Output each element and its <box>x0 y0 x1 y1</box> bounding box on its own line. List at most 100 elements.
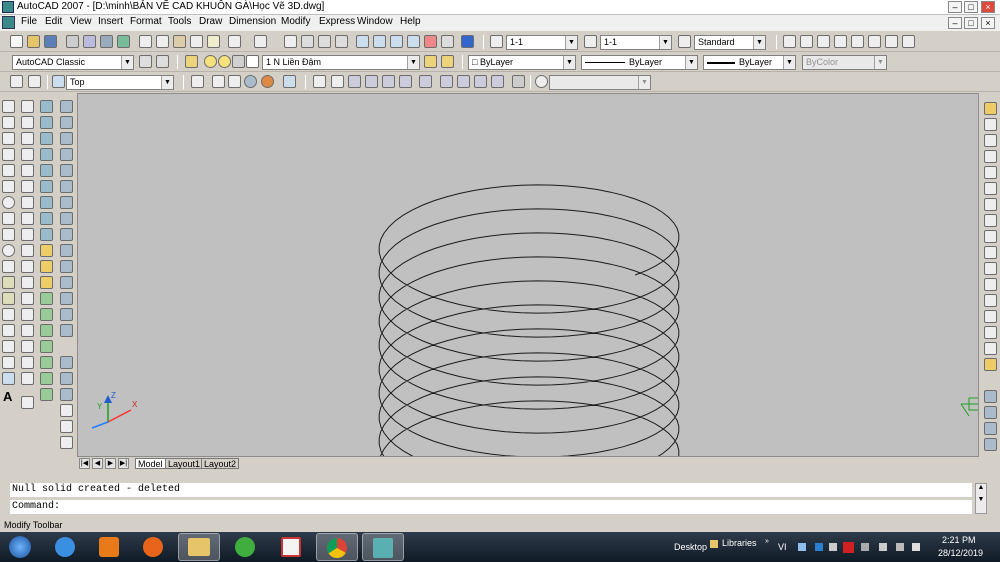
ellipse-arc-icon[interactable] <box>2 260 15 273</box>
minimize-button[interactable]: – <box>948 1 962 13</box>
arc-length-icon[interactable] <box>21 132 34 145</box>
solid-sphere-icon[interactable] <box>60 148 73 161</box>
dim-update-icon[interactable] <box>21 356 34 369</box>
polysolid-icon[interactable] <box>60 228 73 241</box>
orbit-side-icon[interactable] <box>60 404 73 417</box>
3d-wireframe-icon[interactable] <box>228 75 241 88</box>
calculator-icon[interactable] <box>441 35 454 48</box>
plot-preview-icon[interactable] <box>83 35 96 48</box>
sphere-icon[interactable] <box>40 148 53 161</box>
construction-line-icon[interactable] <box>2 116 15 129</box>
rotate-icon[interactable] <box>984 198 997 211</box>
circle-icon[interactable] <box>2 196 15 209</box>
presspull-icon[interactable] <box>40 260 53 273</box>
front-view-icon[interactable] <box>382 75 395 88</box>
text-style-select[interactable]: 1-1 ▼ <box>506 35 578 50</box>
tray-network-icon[interactable] <box>798 543 806 551</box>
match-properties-icon[interactable] <box>190 35 203 48</box>
clock-date[interactable]: 28/12/2019 <box>938 548 983 558</box>
menu-dimension[interactable]: Dimension <box>229 16 276 27</box>
menu-modify[interactable]: Modify <box>281 16 310 27</box>
point-icon[interactable] <box>2 308 15 321</box>
linetype-select[interactable]: ByLayer ▼ <box>581 55 698 70</box>
tab-layout2[interactable]: Layout2 <box>201 458 240 469</box>
taskbar-autocad[interactable] <box>362 533 404 561</box>
tray-flag-icon[interactable] <box>861 543 869 551</box>
leader-icon[interactable] <box>21 276 34 289</box>
taskbar-coccoc[interactable] <box>224 533 266 561</box>
fillet-icon[interactable] <box>984 342 997 355</box>
menu-draw[interactable]: Draw <box>199 16 222 27</box>
menu-window[interactable]: Window <box>357 16 393 27</box>
doc-restore-button[interactable]: □ <box>964 17 978 29</box>
taskbar-chrome[interactable] <box>316 533 358 561</box>
solid-box-icon[interactable] <box>60 100 73 113</box>
copy-object-icon[interactable] <box>984 118 997 131</box>
draw-order-icon[interactable] <box>984 390 997 403</box>
scale-text-icon[interactable] <box>868 35 881 48</box>
taskbar-paint[interactable] <box>270 533 312 561</box>
solid-cone-icon[interactable] <box>60 132 73 145</box>
libraries-toolbar[interactable]: Libraries <box>722 538 757 548</box>
document-icon[interactable] <box>2 16 15 29</box>
menu-help[interactable]: Help <box>400 16 421 27</box>
rectangle-icon[interactable] <box>2 164 15 177</box>
tray-monitor-icon[interactable] <box>896 543 904 551</box>
layer-previous-icon[interactable] <box>441 55 454 68</box>
desktop-toolbar[interactable]: Desktop <box>674 542 707 552</box>
lineweight-select[interactable]: ByLayer ▼ <box>703 55 796 70</box>
design-center-icon[interactable] <box>373 35 386 48</box>
extend-icon[interactable] <box>984 262 997 275</box>
3d-move-icon[interactable] <box>40 372 53 385</box>
menu-format[interactable]: Format <box>130 16 162 27</box>
color-select[interactable]: □ ByLayer ▼ <box>468 55 576 70</box>
mtext-icon[interactable]: A <box>3 389 12 404</box>
thicken-icon[interactable] <box>60 260 73 273</box>
scroll-down-icon[interactable]: ▼ <box>976 496 986 503</box>
3d-navigation-icon[interactable] <box>535 75 548 88</box>
break-icon[interactable] <box>984 294 997 307</box>
layer-thaw-icon[interactable] <box>218 55 231 68</box>
first-tab-button[interactable]: |◀ <box>79 458 90 469</box>
dim-style-icon[interactable] <box>584 35 597 48</box>
move-icon[interactable] <box>984 182 997 195</box>
prev-tab-button[interactable]: ◀ <box>92 458 103 469</box>
tab-layout1[interactable]: Layout1 <box>165 458 204 469</box>
3d-dwf-icon[interactable] <box>117 35 130 48</box>
bring-front-icon[interactable] <box>984 406 997 419</box>
cut-icon[interactable] <box>139 35 152 48</box>
extrude-icon[interactable] <box>40 244 53 257</box>
insert-block-icon[interactable] <box>2 276 15 289</box>
chamfer-icon[interactable] <box>984 326 997 339</box>
hidden-icon[interactable] <box>244 75 257 88</box>
cone-icon[interactable] <box>40 132 53 145</box>
solid-edit-face-icon[interactable] <box>60 372 73 385</box>
solid-helix-icon[interactable] <box>60 212 73 225</box>
maximize-button[interactable]: □ <box>964 1 978 13</box>
diameter-dim-icon[interactable] <box>21 196 34 209</box>
region-icon[interactable] <box>2 356 15 369</box>
menu-tools[interactable]: Tools <box>168 16 191 27</box>
revcloud-icon[interactable] <box>2 212 15 225</box>
taskbar-media-player[interactable] <box>88 533 130 561</box>
bring-above-icon[interactable] <box>984 438 997 451</box>
tray-volume-icon[interactable] <box>912 543 920 551</box>
wedge-icon[interactable] <box>40 116 53 129</box>
walk-icon[interactable] <box>60 420 73 433</box>
flatshot-icon[interactable] <box>60 308 73 321</box>
dim-text-edit-icon[interactable] <box>21 340 34 353</box>
make-block-icon[interactable] <box>2 292 15 305</box>
text-style-icon[interactable] <box>490 35 503 48</box>
layer-manager-icon[interactable] <box>185 55 198 68</box>
make-current-icon[interactable] <box>424 55 437 68</box>
stretch-icon[interactable] <box>984 230 997 243</box>
open-icon[interactable] <box>27 35 40 48</box>
tray-power-icon[interactable] <box>879 543 887 551</box>
table-icon[interactable] <box>2 372 15 385</box>
revolve-icon[interactable] <box>40 292 53 305</box>
subtract-icon[interactable] <box>40 340 53 353</box>
tray-unikey-icon[interactable] <box>843 542 854 553</box>
dim-override-icon[interactable] <box>21 396 34 409</box>
pyramid-icon[interactable] <box>40 196 53 209</box>
save-icon[interactable] <box>44 35 57 48</box>
